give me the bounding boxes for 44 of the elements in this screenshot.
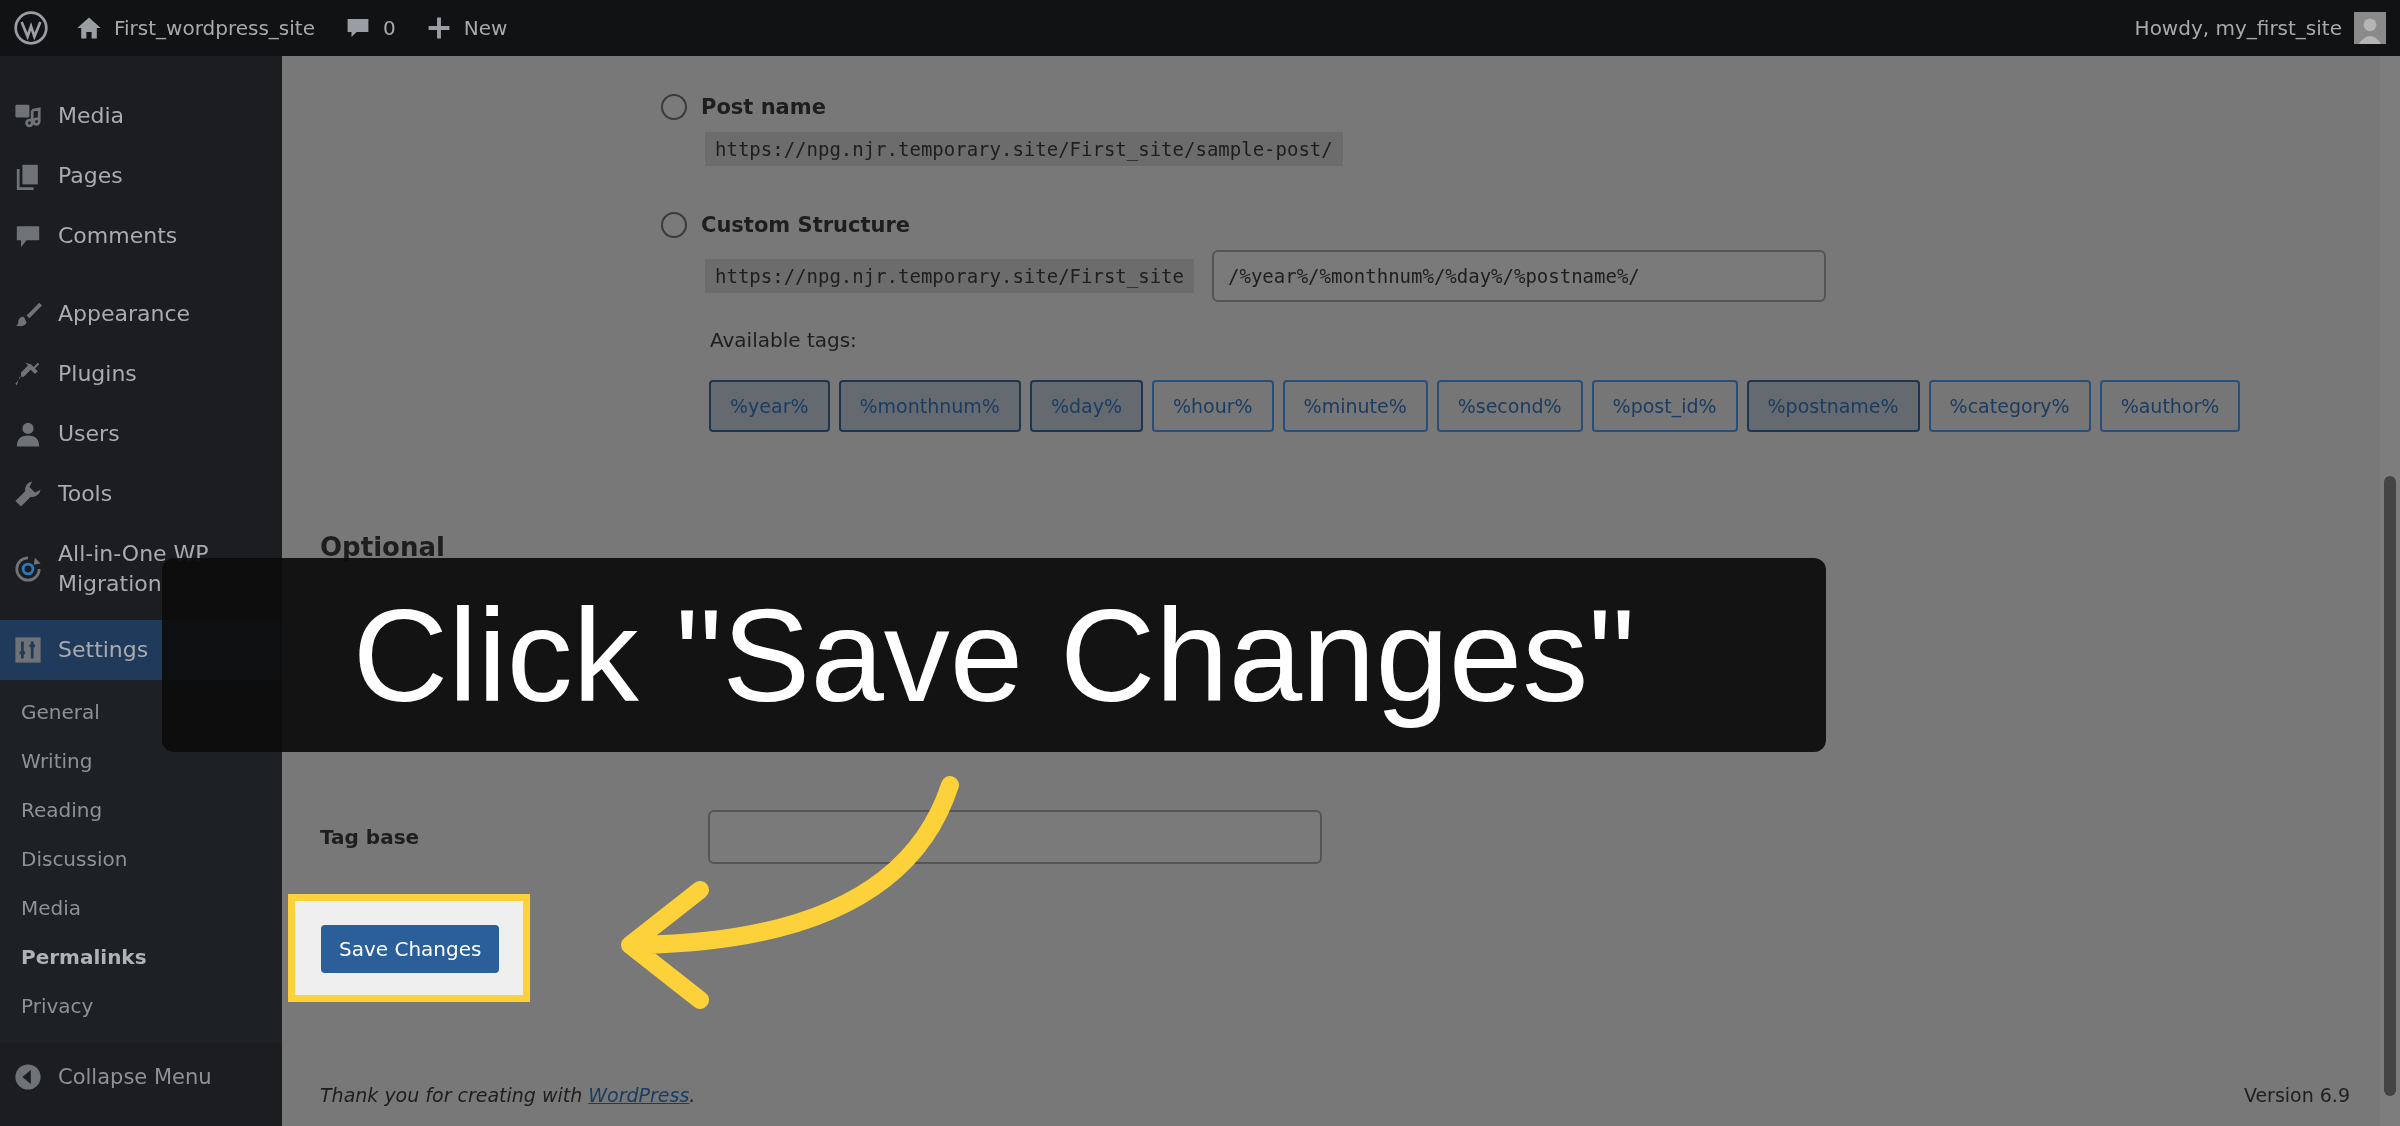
- submenu-item[interactable]: Media: [0, 884, 103, 933]
- url-example: https://npg.njr.temporary.site/First_site: [705, 259, 1194, 293]
- comment-count[interactable]: 0: [383, 16, 396, 40]
- submenu-item[interactable]: Privacy: [0, 982, 115, 1031]
- sidebar-item[interactable]: Comments: [0, 206, 282, 266]
- sidebar-item[interactable]: Media: [0, 86, 282, 146]
- option-label: Post name: [701, 95, 826, 119]
- sliders-icon: [14, 636, 42, 664]
- circular-arrow-icon: [14, 555, 42, 583]
- scrollbar[interactable]: [2380, 56, 2400, 1126]
- option-label: Custom Structure: [701, 213, 911, 237]
- home-icon: [76, 15, 102, 41]
- radio-button[interactable]: [661, 212, 687, 238]
- site-name-link[interactable]: First_wordpress_site: [114, 16, 315, 40]
- sidebar-item[interactable]: Plugins: [0, 344, 282, 404]
- submenu-item[interactable]: Reading: [0, 786, 124, 835]
- collapse-menu-button[interactable]: Collapse Menu: [0, 1043, 282, 1111]
- avatar-icon[interactable]: [2354, 12, 2386, 44]
- media-icon: [14, 102, 42, 130]
- footer-text: Thank you for creating with WordPress.: [320, 1084, 696, 1106]
- sidebar-item[interactable]: Tools: [0, 464, 282, 524]
- sidebar-item[interactable]: Pages: [0, 146, 282, 206]
- collapse-icon: [14, 1063, 42, 1091]
- version-text: Version 6.9: [2243, 1084, 2350, 1106]
- sidebar-item[interactable]: Users: [0, 404, 282, 464]
- user-icon: [14, 420, 42, 448]
- greeting-link[interactable]: Howdy, my_first_site: [2134, 16, 2342, 40]
- submenu-item[interactable]: Discussion: [0, 835, 149, 884]
- submenu-item[interactable]: Writing: [0, 737, 114, 786]
- structure-input[interactable]: /%year%/%monthnum%/%day%/%postname%/: [1212, 250, 1826, 302]
- wrench-icon: [14, 480, 42, 508]
- submenu-item[interactable]: Permalinks: [0, 933, 168, 982]
- new-link[interactable]: New: [463, 16, 508, 40]
- wordpress-logo-icon[interactable]: [14, 11, 48, 45]
- submenu-item[interactable]: General: [0, 688, 121, 737]
- sidebar-item[interactable]: Appearance: [0, 284, 282, 344]
- available-tags-label: Available tags:: [710, 328, 858, 352]
- paintbrush-icon: [14, 300, 42, 328]
- radio-button[interactable]: [661, 94, 687, 120]
- tag-base-input[interactable]: [708, 810, 1322, 864]
- url-example: https://npg.njr.temporary.site/First_site/sample-post/: [705, 132, 1343, 166]
- plug-icon: [14, 360, 42, 388]
- tag-base-label: Tag base: [320, 825, 421, 849]
- save-changes-button[interactable]: Save Changes: [321, 925, 500, 973]
